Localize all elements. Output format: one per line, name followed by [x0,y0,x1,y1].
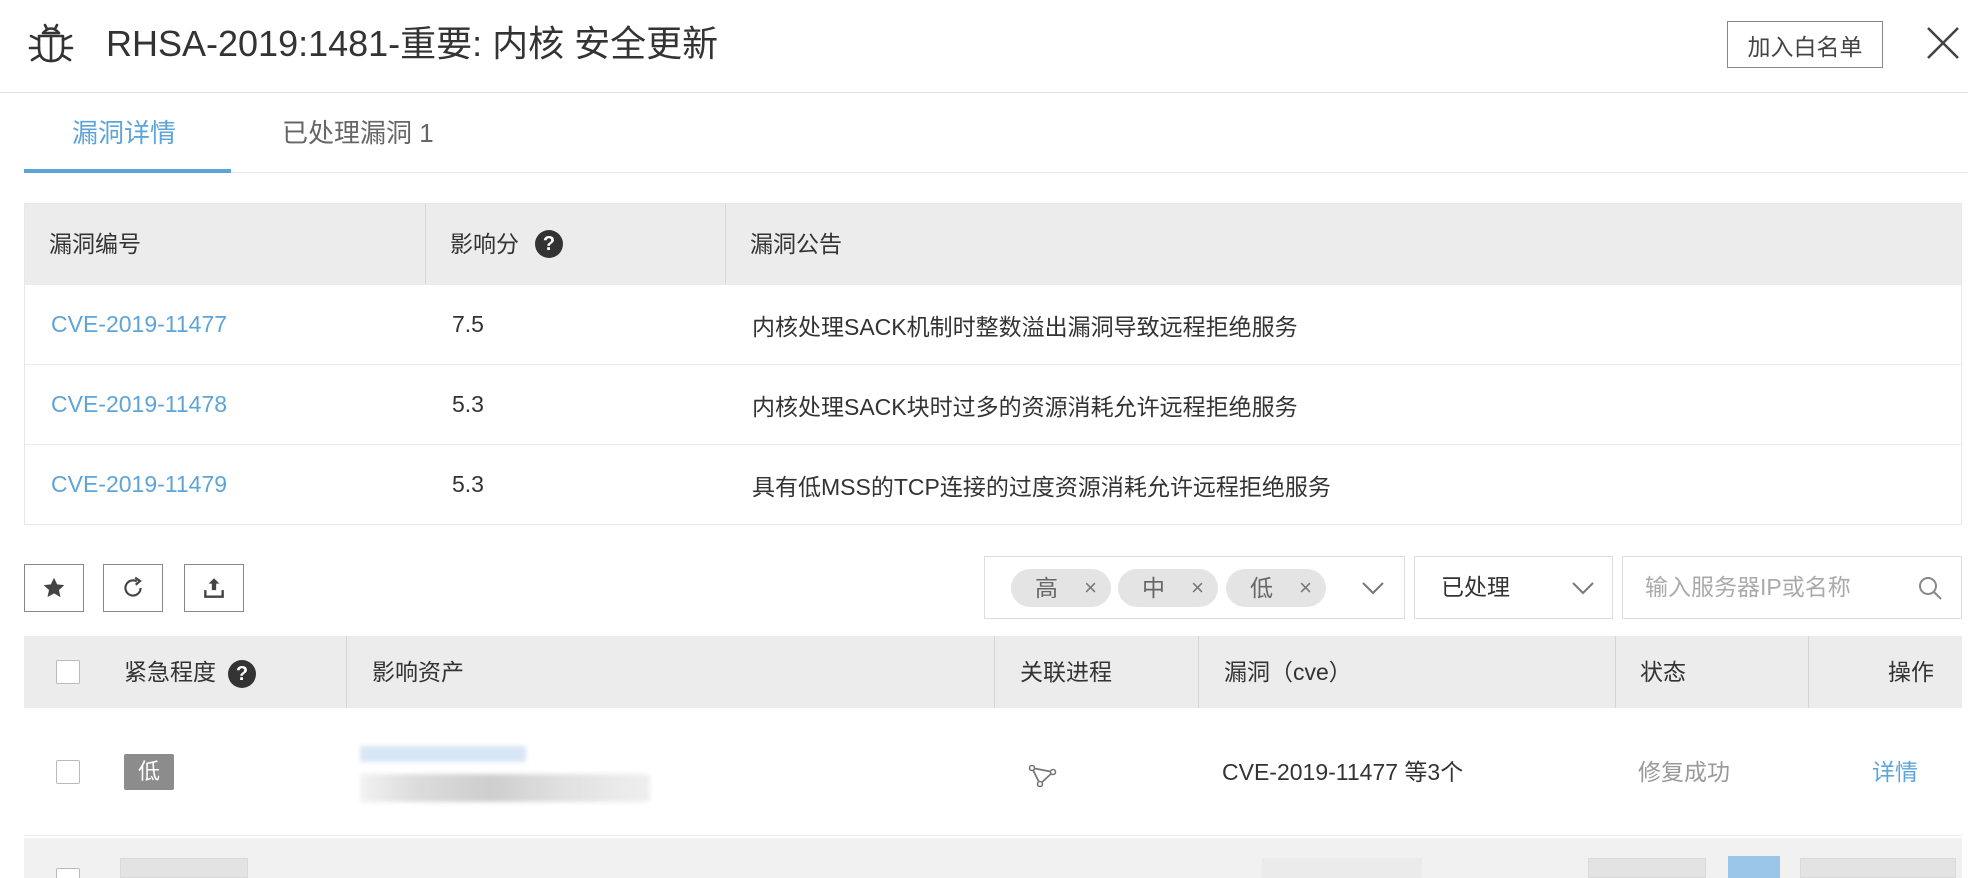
help-icon[interactable]: ? [535,230,563,258]
footer-control [1262,858,1422,878]
cve-score: 5.3 [452,471,484,497]
refresh-button[interactable] [103,564,163,612]
cve-link[interactable]: CVE-2019-11477 [51,311,227,337]
filter-tag-low: 低 × [1226,569,1326,607]
export-icon [204,578,224,598]
table-row: CVE-2019-11477 7.5 内核处理SACK机制时整数溢出漏洞导致远程… [25,284,1961,364]
cve-score: 5.3 [452,391,484,417]
table-row: CVE-2019-11478 5.3 内核处理SACK块时过多的资源消耗允许远程… [25,364,1961,444]
filter-tag-medium: 中 × [1118,569,1218,607]
dialog-title: RHSA-2019:1481-重要: 内核 安全更新 [106,23,719,64]
help-icon[interactable]: ? [228,660,256,688]
tab-bar: 漏洞详情 已处理漏洞 1 [24,93,1968,173]
pagination-prev[interactable] [1588,858,1706,878]
table-footer-partial [24,838,1962,878]
status-filter-select[interactable]: 已处理 [1414,556,1613,619]
table-row: CVE-2019-11479 5.3 具有低MSS的TCP连接的过度资源消耗允许… [25,444,1961,524]
process-graph-icon[interactable] [1028,760,1058,790]
column-header-status: 状态 [1640,659,1686,685]
affected-assets-table: 紧急程度? 影响资产 关联进程 漏洞（cve） 状态 操作 低 CVE-2019… [24,636,1962,836]
close-icon [1927,27,1959,59]
remove-tag-icon[interactable]: × [1299,569,1312,607]
urgency-badge: 低 [124,754,174,790]
status-filter-value: 已处理 [1441,574,1510,600]
row-checkbox[interactable] [56,760,80,784]
urgency-filter-select[interactable]: 高 × 中 × 低 × [984,556,1405,619]
cve-table-header: 漏洞编号 影响分? 漏洞公告 [25,204,1961,284]
cve-link[interactable]: CVE-2019-11479 [51,471,227,497]
cve-score: 7.5 [452,311,484,337]
star-icon [43,577,65,598]
asset-name-redacted [360,746,526,762]
cve-notice: 具有低MSS的TCP连接的过度资源消耗允许远程拒绝服务 [752,473,1331,500]
cve-notice: 内核处理SACK机制时整数溢出漏洞导致远程拒绝服务 [752,313,1298,340]
column-header-action: 操作 [1888,659,1934,685]
server-search [1622,556,1962,619]
column-header-notice: 漏洞公告 [750,231,842,257]
cve-table: 漏洞编号 影响分? 漏洞公告 CVE-2019-11477 7.5 内核处理SA… [24,203,1962,525]
active-tab-indicator [24,169,231,173]
pagination-current-page[interactable] [1728,856,1780,878]
add-to-whitelist-button[interactable]: 加入白名单 [1727,21,1883,68]
cve-notice: 内核处理SACK块时过多的资源消耗允许远程拒绝服务 [752,393,1298,420]
cve-link[interactable]: CVE-2019-11478 [51,391,227,417]
column-header-cve: 漏洞（cve） [1224,659,1352,685]
column-header-process: 关联进程 [1020,659,1112,685]
pagination-next[interactable] [1800,858,1956,878]
column-header-cve-id: 漏洞编号 [25,204,426,284]
select-all-checkbox[interactable] [56,660,80,684]
filter-tag-high: 高 × [1011,569,1111,607]
refresh-icon [124,576,142,597]
search-icon[interactable] [1917,575,1943,601]
tab-handled-vulns[interactable]: 已处理漏洞 1 [282,93,434,173]
bug-icon [28,23,74,63]
tab-vuln-details[interactable]: 漏洞详情 [72,93,176,173]
column-header-urgency: 紧急程度? [124,636,256,708]
server-search-input[interactable] [1645,567,1905,607]
remove-tag-icon[interactable]: × [1191,569,1204,607]
row-status: 修复成功 [1638,759,1730,785]
asset-ip-redacted [360,774,650,802]
footer-control[interactable] [120,858,248,878]
remove-tag-icon[interactable]: × [1084,569,1097,607]
export-button[interactable] [184,564,244,612]
dialog-header: RHSA-2019:1481-重要: 内核 安全更新 加入白名单 [0,0,1968,93]
column-header-asset: 影响资产 [372,659,464,685]
chevron-down-icon [1572,582,1594,595]
table-row: 低 CVE-2019-11477 等3个 修复成功 详情 [24,708,1962,836]
favorite-button[interactable] [24,564,84,612]
close-button[interactable] [1922,22,1964,64]
footer-checkbox[interactable] [56,868,80,878]
chevron-down-icon [1362,582,1384,595]
column-header-score: 影响分? [426,204,726,284]
details-link[interactable]: 详情 [1872,708,1918,836]
assets-table-header: 紧急程度? 影响资产 关联进程 漏洞（cve） 状态 操作 [24,636,1962,708]
row-cve-summary: CVE-2019-11477 等3个 [1222,759,1464,785]
